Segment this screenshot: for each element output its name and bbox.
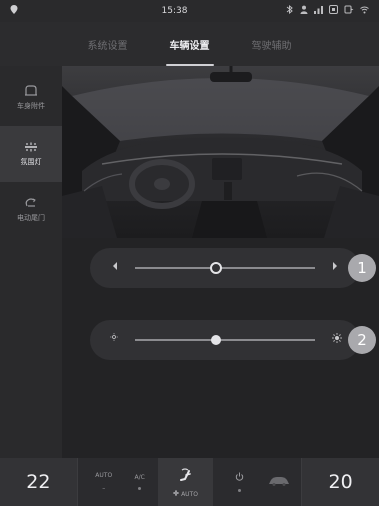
- bluetooth-icon: [286, 4, 294, 17]
- power-indicator: [237, 489, 241, 492]
- connection-icon: [344, 5, 354, 17]
- clock: 15:38: [161, 6, 188, 16]
- airflow-seat-icon: [176, 466, 196, 488]
- ac-label: A/C: [134, 474, 145, 481]
- annotation-badge-2: 2: [348, 326, 376, 354]
- user-icon: [300, 5, 308, 17]
- power-icon: [235, 472, 244, 483]
- car-interior-illustration: [62, 66, 379, 238]
- tab-vehicle-settings[interactable]: 车辆设置: [165, 31, 214, 66]
- left-temperature[interactable]: 22: [0, 458, 78, 506]
- sidebar-item-car-body[interactable]: 车身附件: [0, 70, 62, 126]
- arrow-right-icon[interactable]: [332, 261, 338, 274]
- color-slider[interactable]: [90, 248, 360, 288]
- tab-driving-assist[interactable]: 驾驶辅助: [248, 31, 296, 58]
- fan-icon: [173, 490, 180, 498]
- airflow-mode-button[interactable]: AUTO: [157, 458, 214, 506]
- ac-indicator: [138, 487, 142, 490]
- sidebar: 车身附件 氛围灯 电动尾门: [0, 66, 62, 458]
- auto-label: AUTO: [95, 472, 113, 479]
- auto-indicator: –: [102, 485, 106, 492]
- slider-thumb[interactable]: [211, 335, 221, 345]
- slider-track[interactable]: [135, 339, 315, 341]
- location-icon: [10, 5, 18, 17]
- sidebar-item-label: 电动尾门: [17, 214, 45, 222]
- auto-climate-button[interactable]: AUTO –: [86, 458, 122, 506]
- climate-power-button[interactable]: [221, 458, 257, 506]
- sidebar-item-ambient-light[interactable]: 氛围灯: [0, 126, 62, 182]
- sidebar-item-label: 氛围灯: [20, 158, 42, 166]
- signal-icon: [314, 5, 323, 17]
- recirculation-button[interactable]: [257, 458, 301, 506]
- ac-button[interactable]: A/C: [122, 458, 158, 506]
- sidebar-item-tailgate[interactable]: 电动尾门: [0, 182, 62, 238]
- tab-system-settings[interactable]: 系统设置: [84, 31, 132, 58]
- slider-track[interactable]: [135, 267, 315, 269]
- climate-bar: 22 AUTO – A/C AUTO 20: [0, 458, 379, 506]
- car-body-icon: [24, 85, 38, 97]
- media-icon: [329, 5, 338, 17]
- right-temperature[interactable]: 20: [301, 458, 379, 506]
- car-recirculation-icon: [268, 476, 290, 488]
- fan-mode-label: AUTO: [181, 490, 198, 498]
- settings-tabs: 系统设置 车辆设置 驾驶辅助: [0, 22, 379, 66]
- status-bar: 15:38: [0, 0, 379, 22]
- brightness-low-icon[interactable]: [110, 333, 118, 344]
- arrow-left-icon[interactable]: [112, 261, 118, 274]
- wifi-icon: [360, 6, 369, 17]
- ambient-light-controls: 1 2: [62, 238, 379, 458]
- sidebar-item-label: 车身附件: [17, 102, 45, 110]
- brightness-slider[interactable]: [90, 320, 360, 360]
- annotation-badge-1: 1: [348, 254, 376, 282]
- slider-thumb[interactable]: [210, 262, 222, 274]
- tailgate-icon: [24, 197, 38, 209]
- brightness-high-icon[interactable]: [332, 333, 342, 346]
- ambient-light-icon: [24, 141, 38, 153]
